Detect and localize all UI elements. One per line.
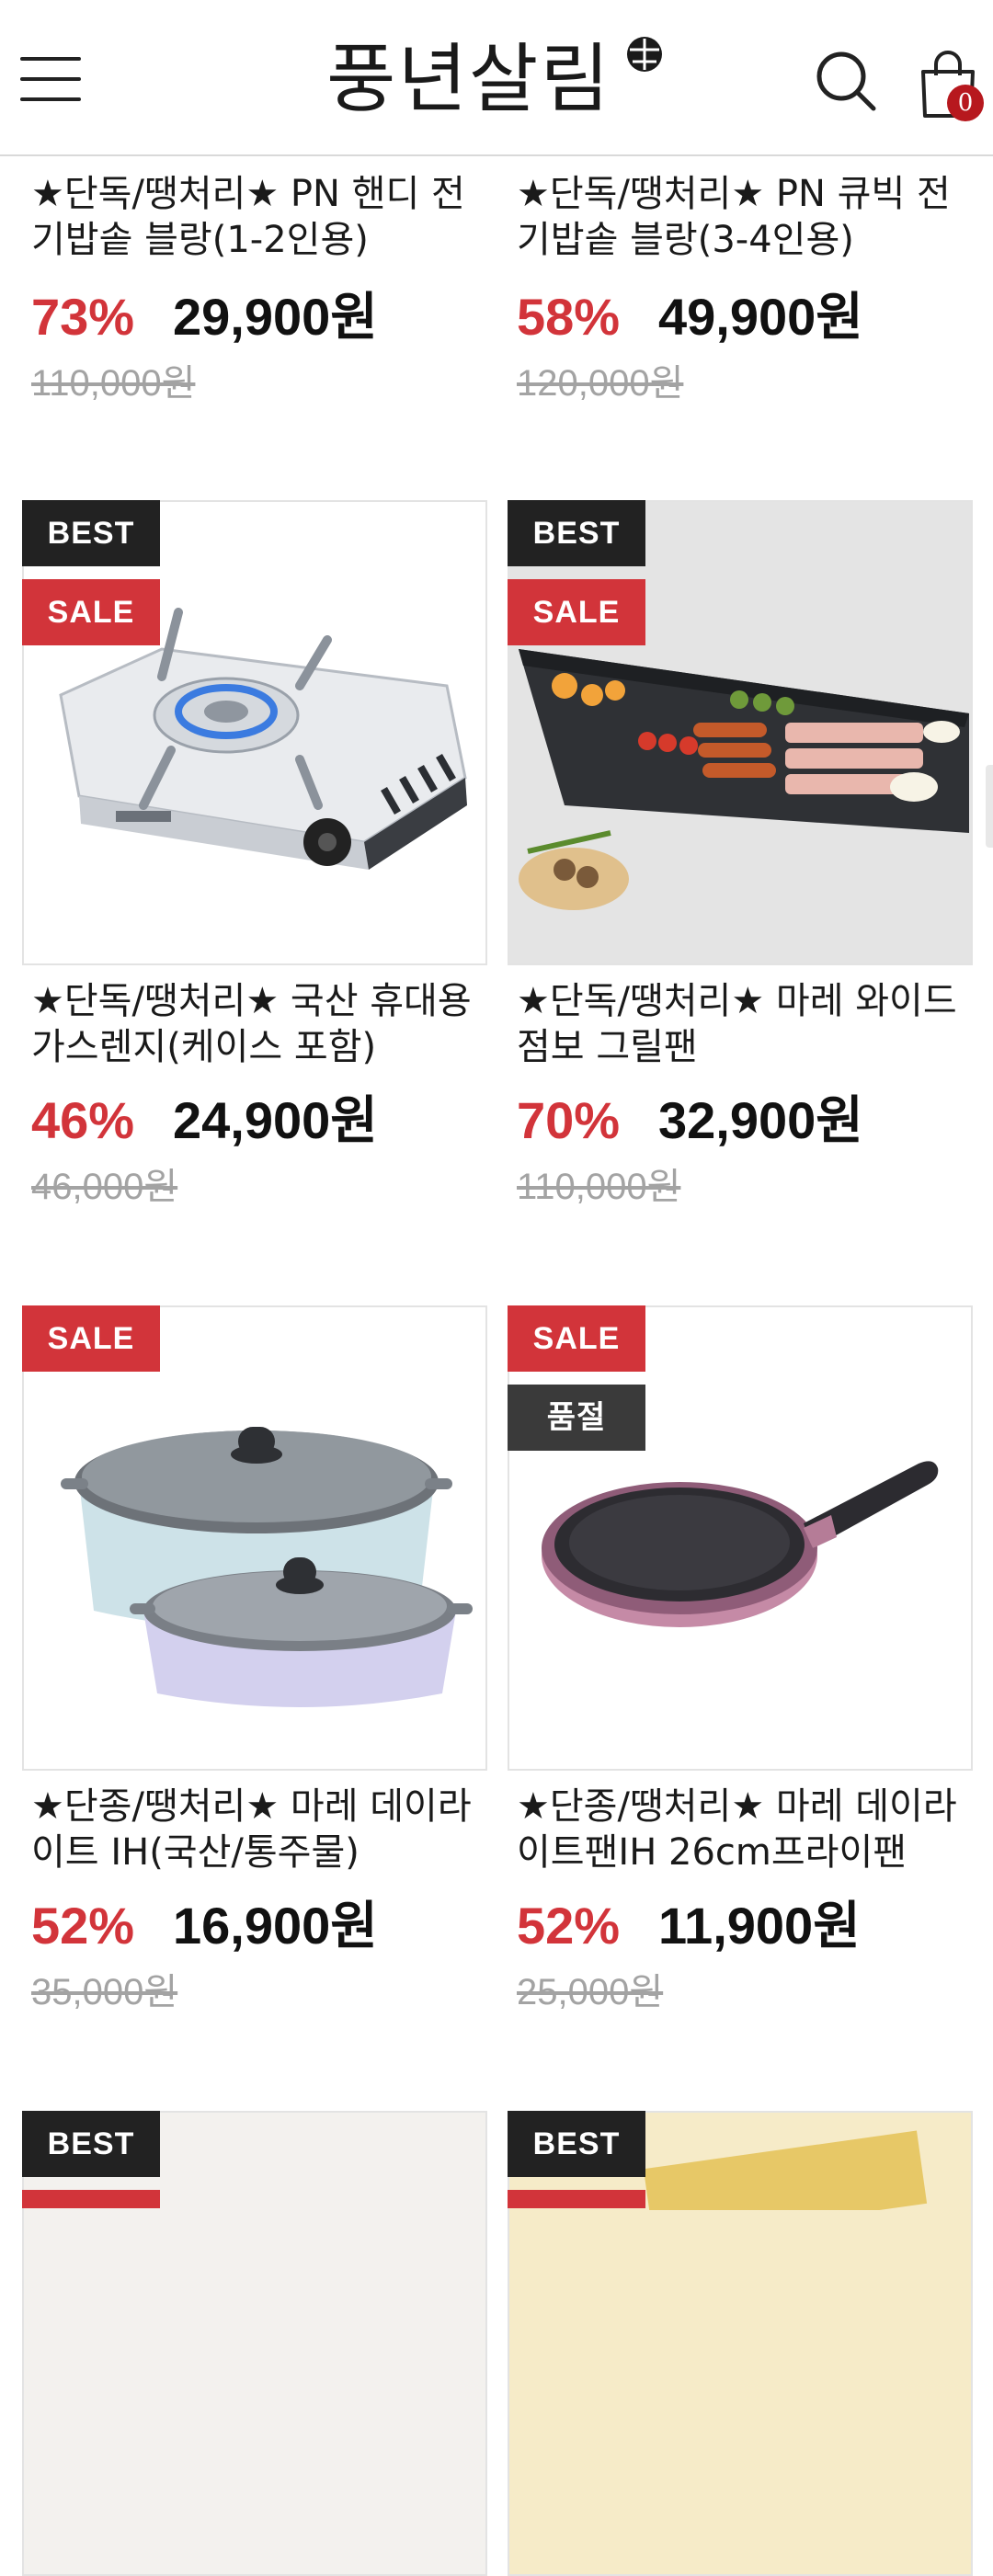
pot-set-icon bbox=[61, 1427, 473, 1707]
discount-rate: 52% bbox=[31, 1897, 135, 1955]
frying-pan-icon bbox=[542, 1461, 939, 1627]
product-image[interactable] bbox=[508, 500, 973, 965]
gas-stove-icon bbox=[59, 608, 467, 870]
product-image[interactable] bbox=[22, 2111, 487, 2576]
sale-badge: SALE bbox=[22, 1305, 160, 1372]
original-price: 46,000원 bbox=[31, 1167, 178, 1207]
original-price: 110,000원 bbox=[517, 1167, 681, 1207]
discount-rate: 52% bbox=[517, 1897, 621, 1955]
original-price: 25,000원 bbox=[517, 1972, 664, 2012]
sale-badge: SALE bbox=[508, 579, 645, 645]
best-badge: BEST bbox=[508, 500, 645, 566]
app-header: 풍년살림 0 bbox=[0, 0, 993, 156]
product-title[interactable]: ★단독/땡처리★ PN 큐빅 전기밥솥 블랑(3-4인용) bbox=[517, 171, 976, 263]
product-title[interactable]: ★단독/땡처리★ 마레 와이드 점보 그릴팬 bbox=[517, 978, 976, 1070]
sold-out-badge: 품절 bbox=[508, 1385, 645, 1451]
discount-rate: 70% bbox=[517, 1091, 621, 1149]
discount-rate: 73% bbox=[31, 288, 135, 346]
discount-rate: 58% bbox=[517, 288, 621, 346]
scroll-edge-handle[interactable] bbox=[986, 765, 993, 848]
sale-badge bbox=[508, 2190, 645, 2208]
sale-price: 49,900원 bbox=[658, 288, 863, 346]
product-image[interactable] bbox=[508, 1305, 973, 1771]
cart-count-badge[interactable]: 0 bbox=[947, 85, 984, 121]
best-badge: BEST bbox=[22, 500, 160, 566]
product-image[interactable] bbox=[22, 500, 487, 965]
original-price: 35,000원 bbox=[31, 1972, 178, 2012]
product-image[interactable] bbox=[508, 2111, 973, 2576]
sale-price: 29,900원 bbox=[173, 288, 378, 346]
sale-badge: SALE bbox=[508, 1305, 645, 1372]
discount-rate: 46% bbox=[31, 1091, 135, 1149]
product-title[interactable]: ★단독/땡처리★ 국산 휴대용 가스렌지(케이스 포함) bbox=[31, 978, 491, 1070]
sale-price: 11,900원 bbox=[658, 1897, 861, 1955]
original-price: 110,000원 bbox=[31, 363, 196, 404]
sale-price: 32,900원 bbox=[658, 1091, 863, 1149]
sale-badge: SALE bbox=[22, 579, 160, 645]
grill-pan-icon bbox=[509, 502, 971, 963]
brand-logo[interactable]: 풍년살림 bbox=[326, 29, 662, 131]
original-price: 120,000원 bbox=[517, 363, 684, 404]
product-title[interactable]: ★단종/땡처리★ 마레 데이라이트팬IH 26cm프라이팬 bbox=[517, 1784, 976, 1875]
logo-text: 풍년살림 bbox=[326, 36, 611, 123]
sale-price: 16,900원 bbox=[173, 1897, 378, 1955]
menu-icon[interactable] bbox=[20, 57, 83, 101]
logo-mark-icon bbox=[627, 37, 662, 72]
sale-badge bbox=[22, 2190, 160, 2208]
product-title[interactable]: ★단독/땡처리★ PN 핸디 전기밥솥 블랑(1-2인용) bbox=[31, 171, 491, 263]
sale-price: 24,900원 bbox=[173, 1091, 378, 1149]
best-badge: BEST bbox=[508, 2111, 645, 2177]
product-title[interactable]: ★단종/땡처리★ 마레 데이라이트 IH(국산/통주물) bbox=[31, 1784, 491, 1875]
search-icon[interactable] bbox=[815, 50, 877, 112]
product-image[interactable] bbox=[22, 1305, 487, 1771]
best-badge: BEST bbox=[22, 2111, 160, 2177]
